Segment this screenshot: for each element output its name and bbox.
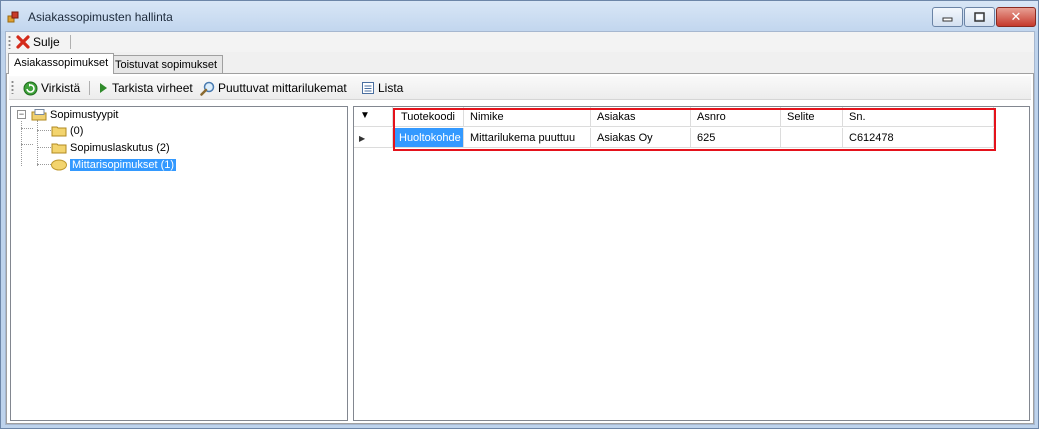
close-button[interactable]: Sulje (14, 33, 62, 51)
close-button-label: Sulje (33, 35, 60, 49)
column-header-label: Sn. (849, 111, 866, 123)
tree-node-label: Mittarisopimukset (1) (70, 159, 177, 171)
column-header-tuotekoodi[interactable]: Tuotekoodi (393, 107, 464, 127)
column-header-asnro[interactable]: Asnro (691, 107, 781, 127)
toolbar-grip[interactable] (11, 80, 14, 94)
minimize-icon (942, 17, 953, 22)
app-window: Asiakassopimusten hallinta ✕ Sulje Asiak… (0, 0, 1039, 429)
close-window-button[interactable]: ✕ (996, 7, 1036, 27)
tab-page: Virkistä Tarkista virheet Puuttuvat mitt… (6, 73, 1034, 424)
column-header-label: Asiakas (597, 111, 636, 123)
row-selector[interactable]: ▶ (354, 128, 393, 148)
tree-connector (21, 144, 33, 145)
cell-selite[interactable] (781, 128, 843, 148)
tab-label: Asiakassopimukset (14, 57, 109, 69)
folder-stack-icon (31, 109, 47, 121)
tree-connector (21, 128, 33, 129)
tree-collapse-toggle[interactable]: − (17, 110, 26, 119)
column-header-nimike[interactable]: Nimike (464, 107, 591, 127)
main-toolbar: Sulje (6, 32, 1034, 52)
tab-label: Toistuvat sopimukset (115, 59, 218, 71)
toolbar-separator (70, 35, 71, 49)
tree-connector (37, 120, 38, 166)
current-row-icon: ▶ (359, 134, 366, 143)
magnifier-icon (200, 81, 215, 96)
tree-node-selected[interactable]: Mittarisopimukset (1) (51, 157, 177, 173)
app-icon (7, 11, 19, 23)
client-area: Sulje Asiakassopimukset Toistuvat sopimu… (5, 31, 1035, 425)
tab-strip: Asiakassopimukset Toistuvat sopimukset (6, 53, 1034, 74)
maximize-icon (974, 12, 985, 22)
minimize-button[interactable] (932, 7, 963, 27)
refresh-button[interactable]: Virkistä (21, 79, 82, 97)
contracts-grid[interactable]: ▼ Tuotekoodi Nimike Asiakas Asnro Selite… (353, 106, 1030, 421)
title-bar[interactable]: Asiakassopimusten hallinta ✕ (1, 1, 1038, 31)
check-errors-button[interactable]: Tarkista virheet (95, 79, 195, 97)
tree-node-label: Sopimuslaskutus (2) (70, 142, 170, 154)
tab-toistuvat-sopimukset[interactable]: Toistuvat sopimukset (109, 55, 224, 74)
red-x-icon (16, 35, 30, 49)
filter-toggle[interactable]: ▼ (354, 107, 393, 127)
folder-icon (51, 126, 67, 137)
close-icon: ✕ (1010, 9, 1022, 25)
toolbar-separator (89, 81, 90, 95)
play-icon (100, 83, 107, 93)
cell-tuotekoodi[interactable]: Huoltokohde (393, 128, 464, 148)
column-header-asiakas[interactable]: Asiakas (591, 107, 691, 127)
refresh-icon (23, 81, 38, 95)
refresh-label: Virkistä (41, 81, 81, 95)
column-header-label: Asnro (697, 111, 726, 123)
window-title: Asiakassopimusten hallinta (28, 10, 173, 24)
cell-asnro[interactable]: 625 (691, 128, 781, 148)
filter-icon: ▼ (360, 110, 370, 121)
tree-connector (37, 130, 51, 131)
folder-icon (51, 143, 67, 154)
tree-connector (37, 147, 51, 148)
tree-connector (37, 164, 51, 165)
list-label: Lista (378, 81, 404, 95)
column-header-label: Tuotekoodi (400, 111, 456, 123)
grid-header: ▼ Tuotekoodi Nimike Asiakas Asnro Selite… (354, 107, 1029, 127)
tab-asiakassopimukset[interactable]: Asiakassopimukset (8, 53, 115, 74)
column-header-label: Selite (787, 111, 815, 123)
contract-type-tree[interactable]: − Sopimustyypit (0) Sopimuslaskutus (2) … (10, 106, 348, 421)
list-button[interactable]: Lista (359, 79, 405, 97)
list-icon (362, 82, 374, 94)
cell-nimike[interactable]: Mittarilukema puuttuu (464, 128, 591, 148)
actions-toolbar: Virkistä Tarkista virheet Puuttuvat mitt… (9, 76, 1031, 100)
missing-readings-button[interactable]: Puuttuvat mittarilukemat (198, 79, 349, 97)
column-header-selite[interactable]: Selite (781, 107, 843, 127)
cell-sn[interactable]: C612478 (843, 128, 994, 148)
tree-node-label: (0) (70, 125, 84, 137)
tree-root-node[interactable]: Sopimustyypit (31, 107, 118, 123)
column-header-label: Nimike (470, 111, 504, 123)
column-header-sn[interactable]: Sn. (843, 107, 994, 127)
tree-root-label: Sopimustyypit (50, 109, 119, 121)
toolbar-grip[interactable] (8, 35, 11, 49)
check-errors-label: Tarkista virheet (112, 81, 193, 95)
missing-readings-label: Puuttuvat mittarilukemat (218, 81, 347, 95)
folder-open-icon (51, 159, 67, 171)
maximize-button[interactable] (964, 7, 995, 27)
tree-node[interactable]: (0) (51, 123, 83, 139)
tree-node[interactable]: Sopimuslaskutus (2) (51, 140, 170, 156)
cell-asiakas[interactable]: Asiakas Oy (591, 128, 691, 148)
